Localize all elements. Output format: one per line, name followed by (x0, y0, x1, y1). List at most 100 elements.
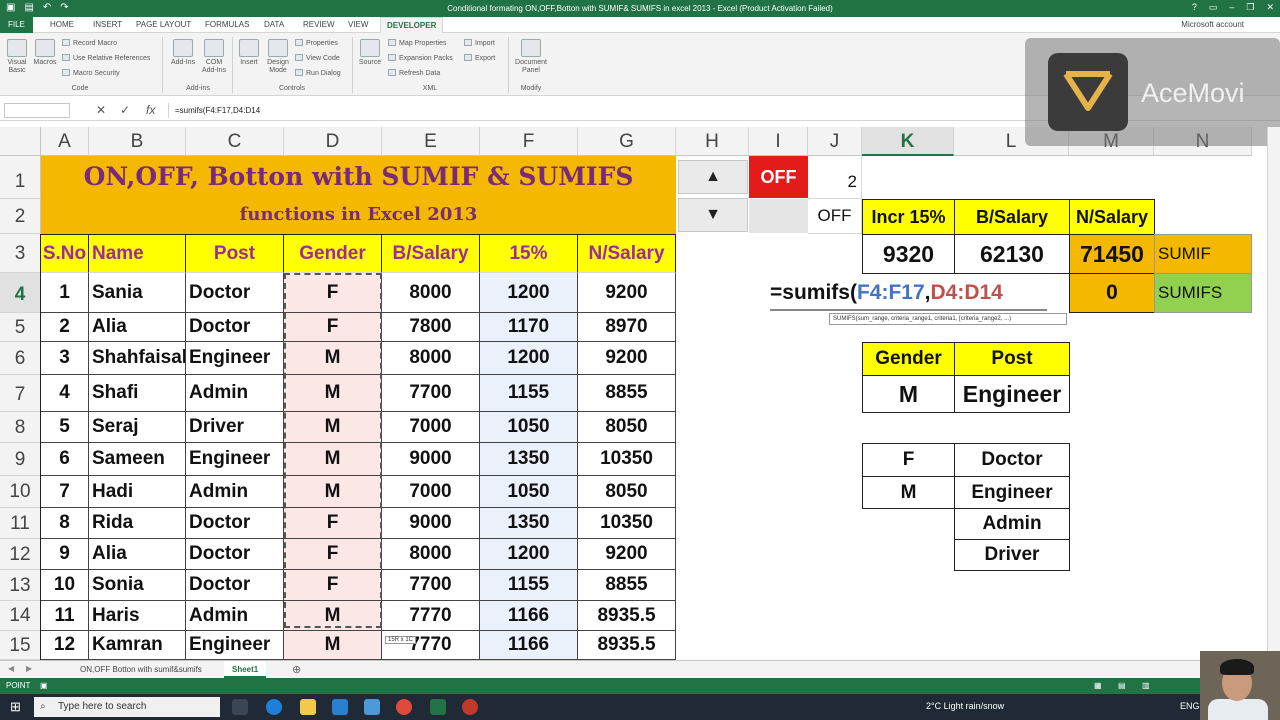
table-cell-post[interactable]: Doctor (186, 539, 284, 570)
table-cell-nsalary[interactable]: 8855 (578, 375, 676, 412)
table-cell-nsalary[interactable]: 8855 (578, 570, 676, 601)
table-cell-sno[interactable]: 2 (41, 313, 89, 342)
table-cell-gender[interactable]: F (284, 570, 382, 601)
post-list-item[interactable]: Driver (954, 539, 1070, 571)
normal-view-icon[interactable]: ▦ (1094, 678, 1102, 694)
sheet-next-icon[interactable]: ▶ (26, 664, 32, 673)
tab-data[interactable]: DATA (264, 17, 284, 33)
name-box[interactable] (4, 103, 70, 118)
table-cell-gender[interactable]: M (284, 375, 382, 412)
design-mode-button[interactable]: Design Mode (263, 39, 293, 75)
spin-down-button[interactable]: ▼ (678, 198, 748, 232)
table-cell-pct[interactable]: 1050 (480, 476, 578, 508)
table-cell-bsalary[interactable]: 9000 (382, 508, 480, 539)
account-link[interactable]: Microsoft account (1181, 17, 1244, 33)
visual-basic-button[interactable]: Visual Basic (4, 39, 30, 75)
cancel-icon[interactable]: ✕ (96, 103, 106, 117)
row-header-7[interactable]: 7 (0, 375, 41, 412)
row-header-8[interactable]: 8 (0, 412, 41, 443)
row-header-10[interactable]: 10 (0, 476, 41, 508)
macros-button[interactable]: Macros (31, 39, 59, 67)
table-cell-nsalary[interactable]: 9200 (578, 273, 676, 313)
table-cell-gender[interactable]: M (284, 631, 382, 660)
row-header-11[interactable]: 11 (0, 508, 41, 539)
table-cell-bsalary[interactable]: 8000 (382, 273, 480, 313)
table-cell-pct[interactable]: 1050 (480, 412, 578, 443)
page-layout-view-icon[interactable]: ▤ (1118, 678, 1126, 694)
ribbon-display-icon[interactable]: ▭ (1209, 2, 1218, 13)
table-cell-name[interactable]: Sonia (89, 570, 186, 601)
column-header-d[interactable]: D (284, 127, 382, 156)
relative-references-button[interactable]: Use Relative References (62, 54, 150, 63)
column-header-k[interactable]: K (862, 127, 954, 156)
row-header-9[interactable]: 9 (0, 443, 41, 476)
table-cell-bsalary[interactable]: 8000 (382, 342, 480, 375)
table-cell-nsalary[interactable]: 8935.5 (578, 631, 676, 660)
restore-icon[interactable]: ❐ (1246, 2, 1254, 13)
table-cell-sno[interactable]: 8 (41, 508, 89, 539)
table-cell-name[interactable]: Rida (89, 508, 186, 539)
table-cell-gender[interactable]: M (284, 443, 382, 476)
help-icon[interactable]: ? (1192, 2, 1197, 13)
table-cell-post[interactable]: Doctor (186, 273, 284, 313)
insert-control-button[interactable]: Insert (236, 39, 262, 67)
weather-text[interactable]: 2°C Light rain/snow (926, 701, 1004, 711)
enter-icon[interactable]: ✓ (120, 103, 130, 117)
post-list-item[interactable]: Doctor (954, 443, 1070, 477)
import-button[interactable]: Import (464, 39, 495, 48)
criteria-post-value[interactable]: Engineer (954, 375, 1070, 413)
table-cell-name[interactable]: Sania (89, 273, 186, 313)
close-icon[interactable]: ✕ (1266, 2, 1274, 13)
criteria-gender-value[interactable]: M (862, 375, 955, 413)
add-sheet-icon[interactable]: ⊕ (292, 663, 301, 676)
column-header-i[interactable]: I (749, 127, 808, 156)
table-cell-post[interactable]: Engineer (186, 631, 284, 660)
row-header-12[interactable]: 12 (0, 539, 41, 570)
summary-header-nsalary[interactable]: N/Salary (1069, 199, 1155, 235)
table-header-bsalary[interactable]: B/Salary (382, 234, 480, 273)
spin-up-button[interactable]: ▲ (678, 160, 748, 194)
table-cell-bsalary[interactable]: 7770 (382, 601, 480, 631)
post-list-item[interactable]: Engineer (954, 476, 1070, 509)
criteria-header-post[interactable]: Post (954, 342, 1070, 376)
insert-function-icon[interactable]: fx (146, 103, 155, 117)
file-explorer-icon[interactable] (300, 699, 316, 715)
macro-record-icon[interactable]: ▣ (40, 678, 48, 694)
table-cell-pct[interactable]: 1350 (480, 443, 578, 476)
table-cell-nsalary[interactable]: 8970 (578, 313, 676, 342)
summary-bsalary-value[interactable]: 62130 (954, 234, 1070, 274)
taskbar-search[interactable]: ⌕ Type here to search (34, 697, 220, 717)
sheet-tab-main[interactable]: ON,OFF Botton with sumif&sumifs (72, 661, 210, 678)
table-cell-name[interactable]: Seraj (89, 412, 186, 443)
select-all-corner[interactable] (0, 127, 41, 156)
table-cell-bsalary[interactable]: 7000 (382, 412, 480, 443)
column-header-j[interactable]: J (808, 127, 862, 156)
table-cell-name[interactable]: Sameen (89, 443, 186, 476)
page-break-view-icon[interactable]: ▥ (1142, 678, 1150, 694)
table-cell-post[interactable]: Doctor (186, 313, 284, 342)
tab-insert[interactable]: INSERT (93, 17, 122, 33)
table-cell-sno[interactable]: 3 (41, 342, 89, 375)
store-icon[interactable] (364, 699, 380, 715)
table-cell-sno[interactable]: 5 (41, 412, 89, 443)
excel-taskbar-icon[interactable] (430, 699, 446, 715)
row-header-15[interactable]: 15 (0, 631, 41, 660)
summary-nsalary-value[interactable]: 71450 (1069, 234, 1155, 274)
table-cell-name[interactable]: Shafi (89, 375, 186, 412)
table-cell-post[interactable]: Doctor (186, 570, 284, 601)
table-header-gender[interactable]: Gender (284, 234, 382, 273)
table-cell-sno[interactable]: 12 (41, 631, 89, 660)
table-cell-gender[interactable]: F (284, 273, 382, 313)
summary-header-bsalary[interactable]: B/Salary (954, 199, 1070, 235)
table-header-post[interactable]: Post (186, 234, 284, 273)
table-cell-sno[interactable]: 6 (41, 443, 89, 476)
table-cell-nsalary[interactable]: 10350 (578, 508, 676, 539)
table-cell-nsalary[interactable]: 8935.5 (578, 601, 676, 631)
table-cell-post[interactable]: Engineer (186, 443, 284, 476)
sheet-tab-sheet1[interactable]: Sheet1 (224, 661, 267, 678)
table-cell-sno[interactable]: 9 (41, 539, 89, 570)
table-cell-pct[interactable]: 1170 (480, 313, 578, 342)
column-header-e[interactable]: E (382, 127, 480, 156)
windows-start-icon[interactable]: ⊞ (10, 699, 21, 715)
tab-developer[interactable]: DEVELOPER (380, 17, 444, 33)
